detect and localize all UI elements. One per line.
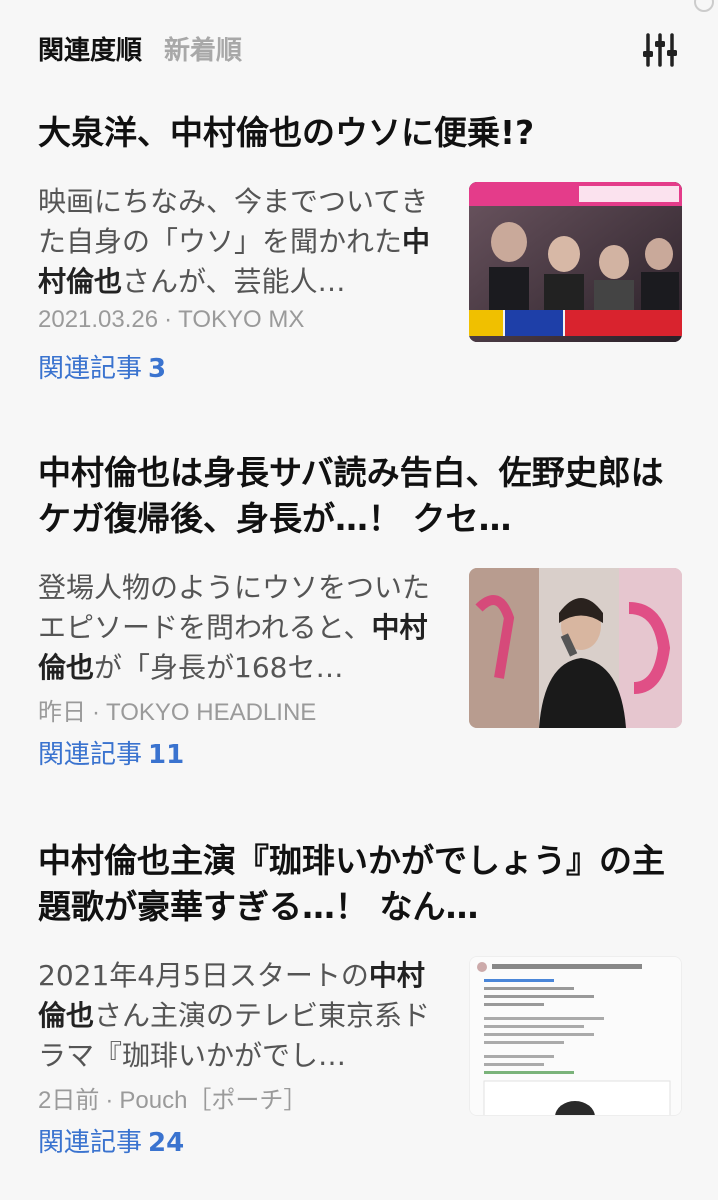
snippet-text: さん主演のテレビ東京系ドラマ『珈琲いかがでし…	[38, 999, 431, 1072]
article-snippet: 2021年4月5日スタートの中村倫也さん主演のテレビ東京系ドラマ『珈琲いかがでし…	[38, 956, 448, 1076]
sort-bar: 関連度順 新着順	[38, 28, 718, 68]
article-snippet: 映画にちなみ、今までついてきた自身の「ウソ」を聞かれた中村倫也さんが、芸能人…	[38, 182, 448, 302]
thumbnail-image	[470, 957, 681, 1115]
related-link[interactable]: 関連記事 11	[38, 734, 184, 771]
article-source: TOKYO MX	[178, 306, 305, 333]
thumbnail-image	[469, 182, 682, 342]
related-count: 11	[148, 740, 185, 770]
related-label: 関連記事	[38, 1128, 143, 1158]
snippet-text: さんが、芸能人…	[122, 265, 346, 298]
article-card[interactable]: 中村倫也主演『珈琲いかがでしょう』の主題歌が豪華すぎる…！ なん… 2021年4…	[38, 838, 682, 1159]
article-title[interactable]: 中村倫也主演『珈琲いかがでしょう』の主題歌が豪華すぎる…！ なん…	[38, 838, 682, 930]
article-meta: 昨日 · TOKYO HEADLINE	[38, 699, 317, 726]
article-snippet: 登場人物のようにウソをついたエピソードを問われると、中村倫也が「身長が168セ…	[38, 568, 448, 688]
snippet-text: が「身長が168セ…	[94, 651, 344, 684]
article-date: 昨日	[38, 699, 86, 726]
related-label: 関連記事	[38, 740, 143, 770]
article-thumbnail[interactable]	[469, 956, 682, 1116]
article-source: Pouch［ポーチ］	[119, 1087, 308, 1114]
article-meta: 2021.03.26 · TOKYO MX	[38, 306, 305, 333]
article-thumbnail[interactable]	[469, 568, 682, 728]
related-count: 24	[148, 1128, 185, 1158]
related-label: 関連記事	[38, 354, 143, 384]
article-meta: 2日前 · Pouch［ポーチ］	[38, 1087, 308, 1114]
article-date: 2日前	[38, 1087, 100, 1114]
article-source: TOKYO HEADLINE	[106, 699, 317, 726]
snippet-text: 2021年4月5日スタートの	[38, 959, 369, 992]
related-link[interactable]: 関連記事 24	[38, 1122, 184, 1159]
news-list-page: 関連度順 新着順 大泉洋、中村倫也のウソに便乗!? 映画にちなみ、今までついてき…	[0, 0, 718, 1200]
snippet-text: 映画にちなみ、今までついてきた自身の「ウソ」を聞かれた	[38, 185, 429, 258]
article-card[interactable]: 中村倫也は身長サバ読み告白、佐野史郎はケガ復帰後、身長が…！ クセ… 登場人物の…	[38, 450, 682, 771]
related-link[interactable]: 関連記事 3	[38, 348, 166, 385]
tab-newest[interactable]: 新着順	[164, 30, 242, 67]
article-thumbnail[interactable]	[469, 182, 682, 342]
article-body: 2021年4月5日スタートの中村倫也さん主演のテレビ東京系ドラマ『珈琲いかがでし…	[38, 956, 682, 1122]
article-body: 登場人物のようにウソをついたエピソードを問われると、中村倫也が「身長が168セ……	[38, 568, 682, 734]
article-date: 2021.03.26	[38, 306, 159, 333]
article-title[interactable]: 大泉洋、中村倫也のウソに便乗!?	[38, 110, 682, 156]
article-card[interactable]: 大泉洋、中村倫也のウソに便乗!? 映画にちなみ、今までついてきた自身の「ウソ」を…	[38, 110, 682, 385]
article-title[interactable]: 中村倫也は身長サバ読み告白、佐野史郎はケガ復帰後、身長が…！ クセ…	[38, 450, 682, 542]
article-body: 映画にちなみ、今までついてきた自身の「ウソ」を聞かれた中村倫也さんが、芸能人… …	[38, 182, 682, 348]
corner-indicator	[694, 0, 714, 12]
sliders-icon[interactable]	[640, 32, 680, 68]
tab-relevance[interactable]: 関連度順	[38, 30, 142, 67]
thumbnail-image	[469, 568, 682, 728]
related-count: 3	[148, 354, 167, 384]
